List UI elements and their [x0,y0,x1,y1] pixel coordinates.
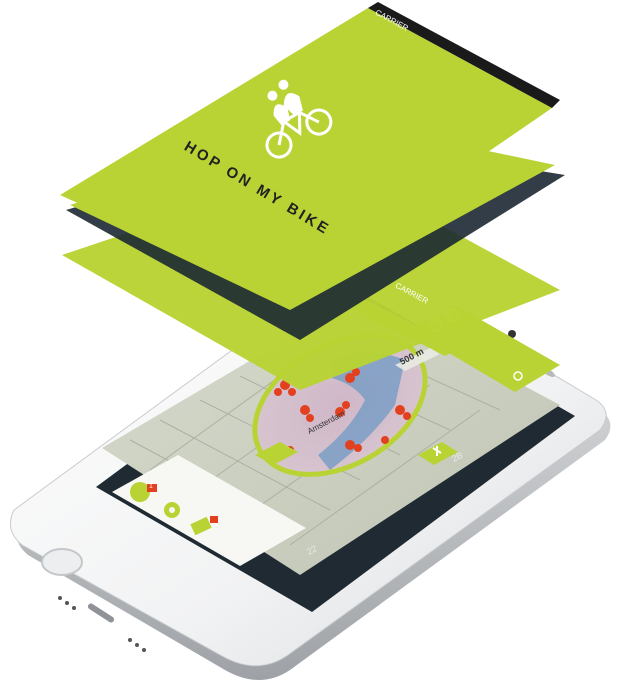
device-illustration [9,2,611,680]
profile-hit[interactable] [130,482,152,504]
search-hit[interactable] [498,364,540,388]
zoom-in-hit[interactable] [418,442,458,465]
home-button-hit[interactable] [42,549,82,575]
settings-hit[interactable] [162,500,182,520]
device-mockup [0,0,621,688]
collapse-hit[interactable] [255,442,298,465]
messages-hit[interactable] [190,514,218,534]
